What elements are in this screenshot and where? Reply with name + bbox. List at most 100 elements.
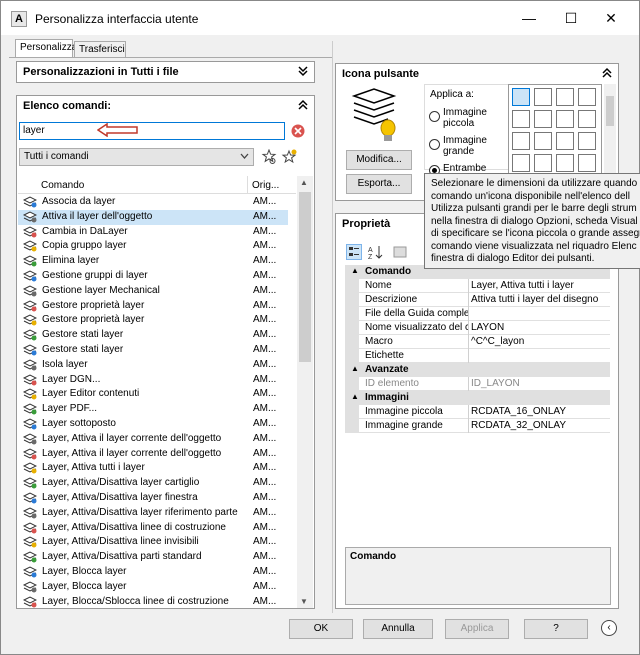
icon-cell[interactable] <box>578 88 596 106</box>
column-header-origin[interactable]: Orig... <box>252 180 279 191</box>
property-value[interactable]: Layer, Attiva tutti i layer <box>471 280 609 291</box>
icon-cell[interactable] <box>512 154 530 172</box>
list-scrollbar[interactable]: ▲ ▼ <box>297 176 313 608</box>
icon-cell[interactable] <box>534 110 552 128</box>
categorized-view-icon[interactable] <box>346 244 362 260</box>
property-value[interactable]: ID_LAYON <box>471 378 609 389</box>
list-item[interactable]: Layer, Attiva/Disattiva linee invisibili… <box>18 535 288 550</box>
command-filter-dropdown[interactable]: Tutti i comandi <box>19 148 254 166</box>
icon-cell[interactable] <box>534 132 552 150</box>
expand-chevron-icon[interactable] <box>298 65 308 80</box>
scrollbar-thumb[interactable] <box>299 192 311 362</box>
icon-cell[interactable] <box>534 154 552 172</box>
collapse-panel-icon[interactable]: ‹ <box>601 620 617 636</box>
icon-cell[interactable] <box>512 88 530 106</box>
clear-search-icon[interactable] <box>291 124 305 141</box>
list-item[interactable]: Layer, Attiva/Disattiva layer cartiglio A… <box>18 476 288 491</box>
property-value[interactable]: ^C^C_layon <box>471 336 609 347</box>
icon-grid-scrollbar-thumb[interactable] <box>606 96 614 126</box>
list-item[interactable]: Copia gruppo layer AM... <box>18 239 288 254</box>
icon-cell[interactable] <box>556 154 574 172</box>
cancel-button[interactable]: Annulla <box>363 619 433 639</box>
list-item[interactable]: Elimina layer AM... <box>18 254 288 269</box>
find-command-icon[interactable] <box>261 148 277 168</box>
property-value[interactable]: RCDATA_32_ONLAY <box>471 420 609 431</box>
list-item[interactable]: Layer, Attiva il layer corrente dell'ogg… <box>18 447 288 462</box>
list-item[interactable]: Layer, Attiva/Disattiva linee di costruz… <box>18 521 288 536</box>
category-images[interactable]: ▲ Immagini <box>345 391 610 405</box>
icon-cell[interactable] <box>556 110 574 128</box>
list-item[interactable]: Layer PDF... AM... <box>18 402 288 417</box>
property-row[interactable]: Etichette <box>345 349 610 363</box>
property-row[interactable]: Descrizione Attiva tutti i layer del dise… <box>345 293 610 307</box>
list-item[interactable]: Layer sottoposto AM... <box>18 417 288 432</box>
icon-cell[interactable] <box>512 132 530 150</box>
radio-small-image[interactable] <box>429 111 440 122</box>
radio-large-image[interactable] <box>429 139 440 150</box>
icon-cell[interactable] <box>556 88 574 106</box>
column-header-command[interactable]: Comando <box>41 180 84 191</box>
category-advanced[interactable]: ▲ Avanzate <box>345 363 610 377</box>
list-item[interactable]: Gestore stati layer AM... <box>18 343 288 358</box>
property-row[interactable]: Immagine piccola RCDATA_16_ONLAY <box>345 405 610 419</box>
help-button[interactable]: ? <box>524 619 588 639</box>
apply-button[interactable]: Applica <box>445 619 509 639</box>
new-command-icon[interactable] <box>281 149 297 168</box>
list-item[interactable]: Layer, Attiva/Disattiva layer riferiment… <box>18 506 288 521</box>
icon-cell[interactable] <box>578 110 596 128</box>
property-value[interactable]: RCDATA_16_ONLAY <box>471 406 609 417</box>
layer-command-icon <box>22 566 38 578</box>
icon-cell[interactable] <box>578 154 596 172</box>
property-row[interactable]: Nome visualizzato del c LAYON <box>345 321 610 335</box>
property-row[interactable]: ID elemento ID_LAYON <box>345 377 610 391</box>
icon-cell[interactable] <box>534 88 552 106</box>
scroll-down-icon[interactable]: ▼ <box>300 597 308 606</box>
collapse-category-icon[interactable]: ▲ <box>351 392 359 401</box>
tab-transfer[interactable]: Trasferisci <box>74 41 126 57</box>
pane-splitter[interactable] <box>332 41 333 613</box>
list-item[interactable]: Layer DGN... AM... <box>18 373 288 388</box>
list-item[interactable]: Cambia in DaLayer AM... <box>18 225 288 240</box>
close-button[interactable]: ✕ <box>601 8 621 28</box>
list-item[interactable]: Gestione gruppi di layer AM... <box>18 269 288 284</box>
list-item[interactable]: Gestore proprietà layer AM... <box>18 299 288 314</box>
icon-cell[interactable] <box>578 132 596 150</box>
list-item[interactable]: Gestore proprietà layer AM... <box>18 313 288 328</box>
list-item[interactable]: Isola layer AM... <box>18 358 288 373</box>
collapse-category-icon[interactable]: ▲ <box>351 364 359 373</box>
list-item[interactable]: Layer, Attiva/Disattiva layer finestra AM… <box>18 491 288 506</box>
list-item[interactable]: Gestore stati layer AM... <box>18 328 288 343</box>
tab-customize[interactable]: Personalizza <box>15 39 77 57</box>
property-value[interactable]: LAYON <box>471 322 609 333</box>
maximize-button[interactable]: ☐ <box>561 8 581 28</box>
list-item[interactable]: Layer Editor contenuti AM... <box>18 387 288 402</box>
list-item[interactable]: Layer, Blocca/Sblocca linee di costruzio… <box>18 595 288 608</box>
property-row[interactable]: Immagine grande RCDATA_32_ONLAY <box>345 419 610 433</box>
property-pages-icon[interactable] <box>392 244 408 260</box>
icon-cell[interactable] <box>556 132 574 150</box>
search-input[interactable]: layer <box>19 122 285 140</box>
list-item[interactable]: Gestione layer Mechanical AM... <box>18 284 288 299</box>
edit-image-button[interactable]: Modifica... <box>346 150 412 170</box>
list-item[interactable]: Layer, Blocca layer AM... <box>18 580 288 595</box>
list-item[interactable]: Layer, Attiva tutti i layer AM... <box>18 461 288 476</box>
ok-button[interactable]: OK <box>289 619 353 639</box>
scroll-up-icon[interactable]: ▲ <box>300 178 308 187</box>
property-row[interactable]: File della Guida comple <box>345 307 610 321</box>
list-item[interactable]: Layer, Blocca layer AM... <box>18 565 288 580</box>
icon-grid-scrollbar[interactable] <box>604 84 616 174</box>
property-value[interactable]: Attiva tutti i layer del disegno <box>471 294 609 305</box>
icon-cell[interactable] <box>512 110 530 128</box>
property-row[interactable]: Nome Layer, Attiva tutti i layer <box>345 279 610 293</box>
collapse-chevron-icon[interactable] <box>298 99 308 114</box>
list-item[interactable]: Associa da layer AM... <box>18 195 288 210</box>
list-item[interactable]: Attiva il layer dell'oggetto AM... <box>18 209 288 225</box>
list-item[interactable]: Layer, Attiva il layer corrente dell'ogg… <box>18 432 288 447</box>
export-image-button[interactable]: Esporta... <box>346 174 412 194</box>
sort-alphabetical-icon[interactable]: AZ <box>367 244 383 261</box>
minimize-button[interactable]: — <box>519 8 539 28</box>
collapse-category-icon[interactable]: ▲ <box>351 266 359 275</box>
property-row[interactable]: Macro ^C^C_layon <box>345 335 610 349</box>
collapse-chevron-icon[interactable] <box>602 67 612 82</box>
list-item[interactable]: Layer, Attiva/Disattiva parti standard AM… <box>18 550 288 565</box>
